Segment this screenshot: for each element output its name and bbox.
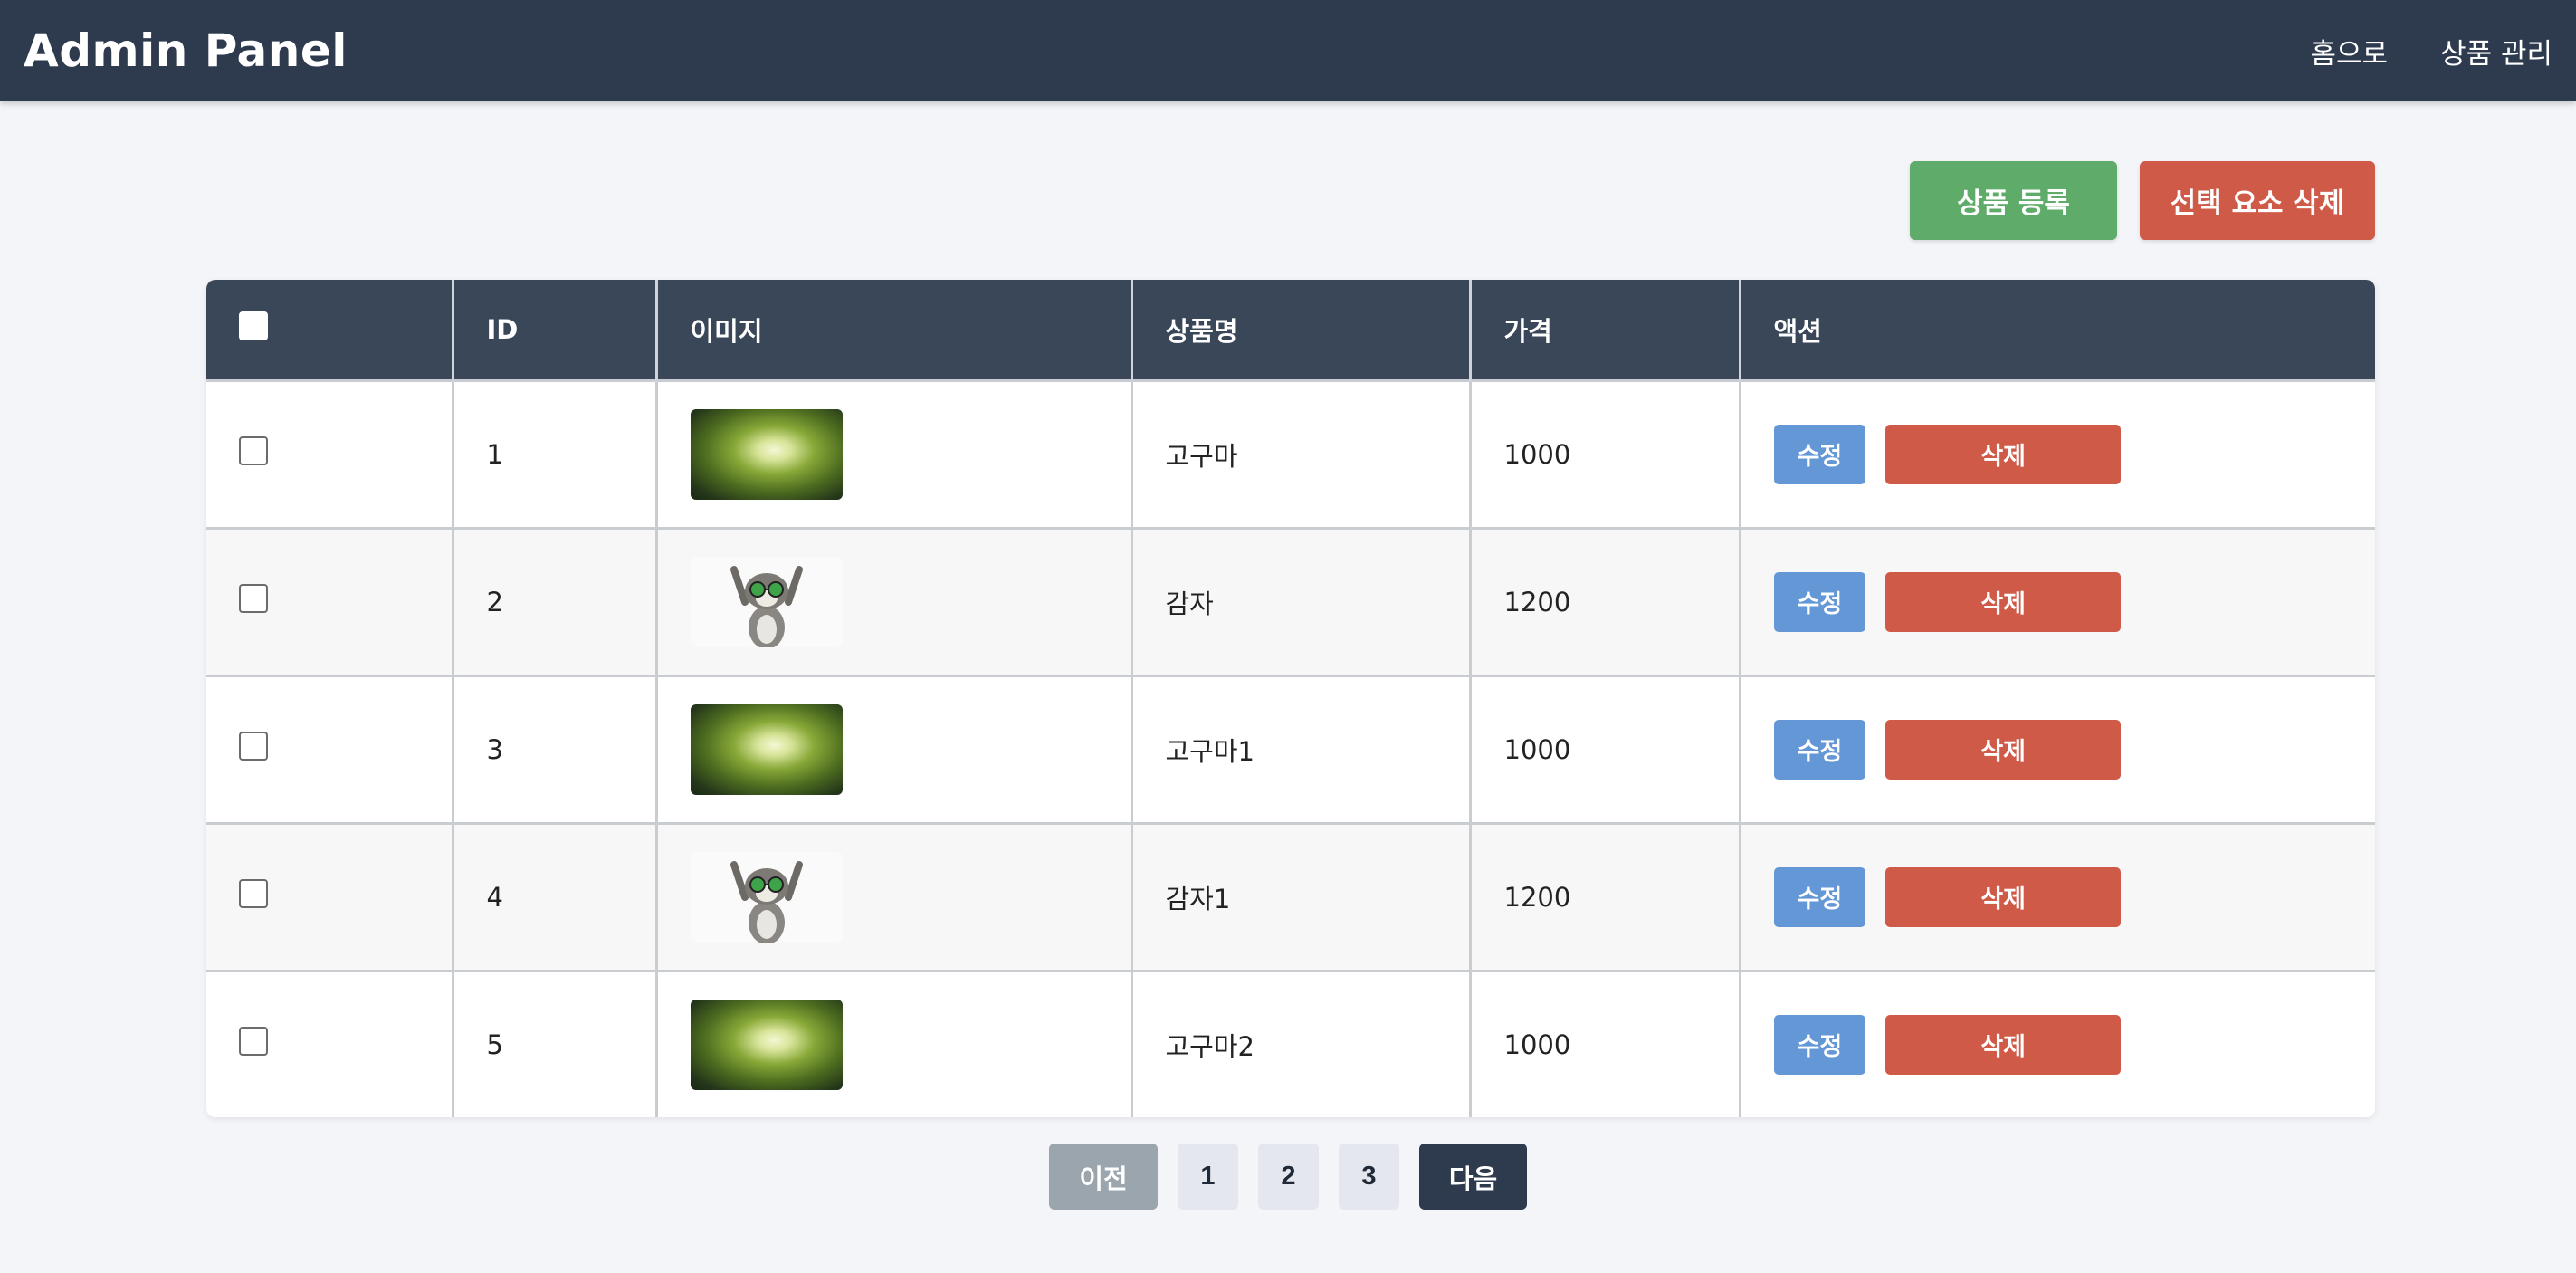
delete-button[interactable]: 삭제	[1885, 866, 2122, 927]
product-image-forest	[690, 999, 843, 1090]
top-navbar: Admin Panel 홈으로 상품 관리	[0, 0, 2576, 101]
action-toolbar: 상품 등록 선택 요소 삭제	[1910, 161, 2375, 240]
row-checkbox[interactable]	[239, 1027, 268, 1056]
row-actions: 수정 삭제	[1740, 674, 2375, 823]
row-select-cell	[206, 526, 454, 675]
row-select-cell	[206, 969, 454, 1117]
row-actions: 수정 삭제	[1740, 526, 2375, 675]
edit-button[interactable]: 수정	[1773, 866, 1866, 927]
row-price: 1200	[1470, 526, 1741, 675]
register-product-button[interactable]: 상품 등록	[1910, 161, 2117, 240]
app-title: Admin Panel	[24, 24, 348, 77]
top-nav: 홈으로 상품 관리	[2311, 31, 2553, 72]
row-product-name: 감자	[1131, 526, 1472, 675]
edit-button[interactable]: 수정	[1773, 571, 1866, 632]
row-product-name: 고구마	[1131, 378, 1472, 528]
row-price: 1000	[1470, 674, 1741, 823]
row-id: 1	[453, 378, 658, 528]
header-price: 가격	[1470, 280, 1741, 380]
row-id: 2	[453, 526, 658, 675]
page-button-3[interactable]: 3	[1339, 1144, 1399, 1210]
header-select-all	[206, 280, 454, 380]
delete-button[interactable]: 삭제	[1885, 424, 2122, 484]
row-actions: 수정 삭제	[1740, 378, 2375, 528]
header-product-name: 상품명	[1131, 280, 1472, 380]
delete-button[interactable]: 삭제	[1885, 1014, 2122, 1075]
header-actions: 액션	[1773, 315, 1822, 347]
table-row: 1 고구마 1000 수정 삭제	[206, 378, 2375, 528]
row-product-name: 고구마1	[1131, 674, 1472, 823]
row-price: 1000	[1470, 378, 1741, 528]
table-row: 4 감자1 1200 수정 삭제	[206, 821, 2375, 971]
row-select-cell	[206, 378, 454, 528]
page-button-1[interactable]: 1	[1178, 1144, 1238, 1210]
nav-link-home[interactable]: 홈으로	[2311, 31, 2389, 72]
row-checkbox[interactable]	[239, 584, 268, 613]
row-image-cell	[656, 674, 1133, 823]
row-price: 1000	[1470, 969, 1741, 1117]
row-price: 1200	[1470, 821, 1741, 971]
table-header-row: ID 이미지 상품명 가격 액션	[206, 280, 2375, 380]
row-id: 3	[453, 674, 658, 823]
prev-page-button[interactable]: 이전	[1049, 1144, 1158, 1210]
nav-link-product-management[interactable]: 상품 관리	[2440, 31, 2552, 72]
edit-button[interactable]: 수정	[1773, 424, 1866, 484]
row-image-cell	[656, 378, 1133, 528]
row-product-name: 고구마2	[1131, 969, 1472, 1117]
row-image-cell	[656, 526, 1133, 675]
row-product-name: 감자1	[1131, 821, 1472, 971]
edit-button[interactable]: 수정	[1773, 719, 1866, 780]
row-id: 5	[453, 969, 658, 1117]
row-checkbox[interactable]	[239, 732, 268, 761]
pagination: 이전 1 2 3 다음	[0, 1144, 2576, 1210]
table-row: 3 고구마1 1000 수정 삭제	[206, 674, 2375, 823]
product-table: ID 이미지 상품명 가격 액션 1 고구마 1000 수정 삭제 2 감자 1200 수정 삭제…	[206, 280, 2375, 1117]
select-all-checkbox[interactable]	[239, 311, 268, 341]
delete-button[interactable]: 삭제	[1885, 719, 2122, 780]
header-image: 이미지	[656, 280, 1133, 380]
next-page-button[interactable]: 다음	[1419, 1144, 1527, 1210]
table-row: 5 고구마2 1000 수정 삭제	[206, 969, 2375, 1117]
row-checkbox[interactable]	[239, 879, 268, 908]
table-row: 2 감자 1200 수정 삭제	[206, 526, 2375, 675]
product-image-lemur	[690, 556, 843, 647]
row-select-cell	[206, 821, 454, 971]
delete-selected-button[interactable]: 선택 요소 삭제	[2140, 161, 2375, 240]
row-image-cell	[656, 969, 1133, 1117]
row-image-cell	[656, 821, 1133, 971]
product-image-forest	[690, 704, 843, 795]
row-checkbox[interactable]	[239, 436, 268, 465]
page-button-2[interactable]: 2	[1258, 1144, 1319, 1210]
header-id: ID	[453, 280, 658, 380]
row-actions: 수정 삭제	[1740, 969, 2375, 1117]
product-image-lemur	[690, 851, 843, 943]
edit-button[interactable]: 수정	[1773, 1014, 1866, 1075]
row-select-cell	[206, 674, 454, 823]
row-actions: 수정 삭제	[1740, 821, 2375, 971]
product-image-forest	[690, 408, 843, 500]
row-id: 4	[453, 821, 658, 971]
delete-button[interactable]: 삭제	[1885, 571, 2122, 632]
